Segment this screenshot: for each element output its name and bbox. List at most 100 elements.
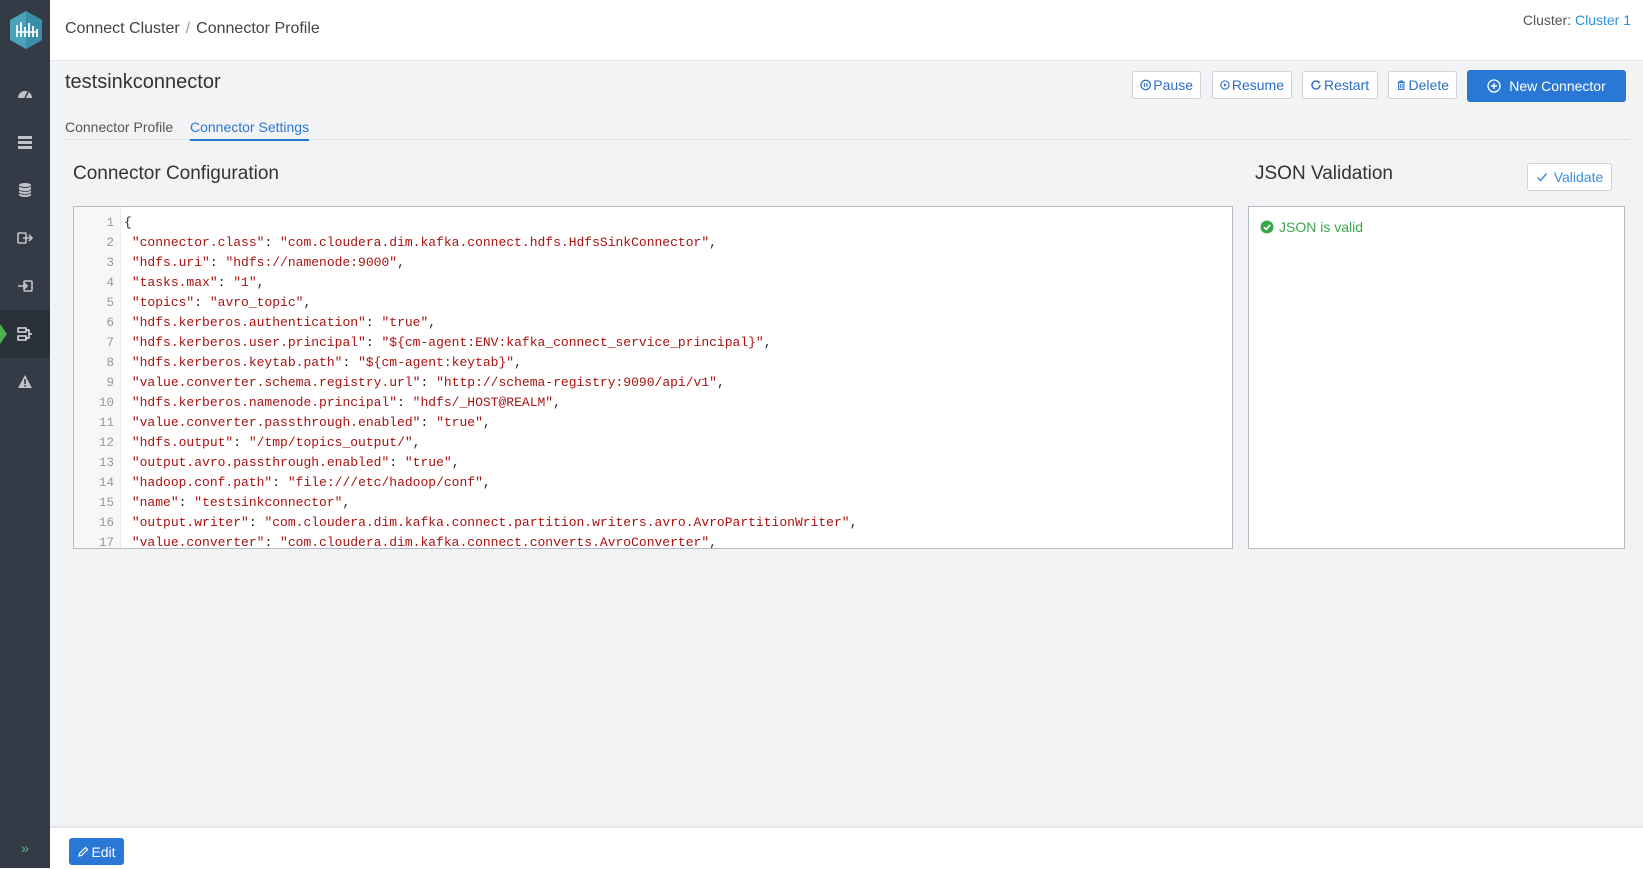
nav-connect[interactable] <box>0 310 50 358</box>
line-number: 8 <box>106 356 114 370</box>
json-punctuation-token: , <box>482 415 491 430</box>
json-string-token: "hdfs.kerberos.user.principal" <box>131 335 366 350</box>
code-text: "output.avro.passthrough.enabled": "true… <box>124 453 460 473</box>
breadcrumb: Connect Cluster / Connector Profile <box>65 20 320 38</box>
json-punctuation-token <box>124 255 132 270</box>
code-text: "value.converter.schema.registry.url": "… <box>124 373 725 393</box>
json-string-token: "com.cloudera.dim.kafka.connect.hdfs.Hdf… <box>280 235 710 250</box>
json-string-token: "hdfs.kerberos.authentication" <box>131 315 366 330</box>
json-punctuation-token <box>124 235 132 250</box>
validation-result-panel: JSON is valid <box>1248 206 1625 549</box>
validation-message: JSON is valid <box>1260 219 1363 235</box>
nav-alerts[interactable] <box>0 358 50 406</box>
json-string-token: "value.converter.passthrough.enabled" <box>131 415 421 430</box>
connect-icon <box>17 327 32 341</box>
breadcrumb-separator: / <box>185 20 191 37</box>
code-text: "name": "testsinkconnector", <box>124 493 350 513</box>
trash-icon <box>1397 80 1405 90</box>
json-punctuation-token <box>124 475 132 490</box>
json-punctuation-token: , <box>303 295 312 310</box>
json-punctuation-token: : <box>178 495 195 510</box>
code-line: 6 "hdfs.kerberos.authentication": "true"… <box>74 313 1232 333</box>
sidebar: » <box>0 0 50 868</box>
check-circle-icon <box>1260 220 1274 234</box>
cluster-name-link[interactable]: Cluster 1 <box>1575 12 1631 28</box>
json-string-token: "hdfs/_HOST@REALM" <box>412 395 554 410</box>
new-connector-button[interactable]: New Connector <box>1467 70 1626 102</box>
code-line: 15 "name": "testsinkconnector", <box>74 493 1232 513</box>
code-text: { <box>124 213 132 233</box>
json-string-token: "true" <box>381 315 429 330</box>
code-text: "hdfs.kerberos.keytab.path": "${cm-agent… <box>124 353 522 373</box>
resume-label: Resume <box>1231 77 1284 93</box>
pause-label: Pause <box>1153 77 1193 93</box>
json-string-token: "name" <box>131 495 179 510</box>
app-logo[interactable] <box>8 10 44 50</box>
resume-button[interactable]: Resume <box>1212 71 1292 99</box>
json-string-token: "com.cloudera.dim.kafka.connect.partitio… <box>264 515 850 530</box>
breadcrumb-item-connector-profile: Connector Profile <box>196 20 320 37</box>
json-punctuation-token <box>124 495 132 510</box>
json-punctuation-token: , <box>709 535 717 549</box>
restart-button[interactable]: Restart <box>1302 71 1378 99</box>
code-line: 1{ <box>74 213 1232 233</box>
code-text: "hdfs.uri": "hdfs://namenode:9000", <box>124 253 405 273</box>
tab-connector-profile[interactable]: Connector Profile <box>65 119 173 139</box>
code-line: 10 "hdfs.kerberos.namenode.principal": "… <box>74 393 1232 413</box>
code-text: "output.writer": "com.cloudera.dim.kafka… <box>124 513 858 533</box>
nav-dashboard[interactable] <box>0 70 50 118</box>
validate-button[interactable]: Validate <box>1527 163 1612 191</box>
line-number: 17 <box>98 536 114 549</box>
json-punctuation-token: : <box>209 255 226 270</box>
json-string-token: "1" <box>233 275 257 290</box>
code-line: 4 "tasks.max": "1", <box>74 273 1232 293</box>
json-string-token: "tasks.max" <box>131 275 218 290</box>
json-string-token: "file:///etc/hadoop/conf" <box>287 475 483 490</box>
code-line: 7 "hdfs.kerberos.user.principal": "${cm-… <box>74 333 1232 353</box>
pause-button[interactable]: Pause <box>1132 71 1201 99</box>
json-punctuation-token: : <box>217 275 234 290</box>
json-string-token: "/tmp/topics_output/" <box>248 435 413 450</box>
nav-consumers[interactable] <box>0 262 50 310</box>
json-punctuation-token: : <box>397 395 413 410</box>
json-string-token: "true" <box>404 455 452 470</box>
play-icon <box>1220 80 1230 90</box>
json-punctuation-token <box>124 295 132 310</box>
json-punctuation-token <box>124 435 132 450</box>
delete-button[interactable]: Delete <box>1388 71 1457 99</box>
json-string-token: "hadoop.conf.path" <box>131 475 273 490</box>
line-number: 2 <box>106 236 114 250</box>
line-number: 1 <box>106 216 114 230</box>
tab-connector-settings[interactable]: Connector Settings <box>190 119 310 141</box>
code-text: "tasks.max": "1", <box>124 273 265 293</box>
code-line: 2 "connector.class": "com.cloudera.dim.k… <box>74 233 1232 253</box>
json-string-token: "com.cloudera.dim.kafka.connect.converts… <box>280 535 710 549</box>
edit-button[interactable]: Edit <box>69 838 124 865</box>
tab-bar: Connector Profile Connector Settings <box>65 117 1630 141</box>
json-validation-title: JSON Validation <box>1255 163 1393 184</box>
json-string-token: "hdfs.uri" <box>131 255 210 270</box>
line-number: 7 <box>106 336 114 350</box>
footer-bar <box>50 827 1643 869</box>
code-line: 17 "value.converter": "com.cloudera.dim.… <box>74 533 1232 549</box>
json-string-token: "hdfs.output" <box>131 435 234 450</box>
json-code-editor[interactable]: 1{2 "connector.class": "com.cloudera.dim… <box>73 206 1233 549</box>
code-line: 14 "hadoop.conf.path": "file:///etc/hado… <box>74 473 1232 493</box>
line-number: 6 <box>106 316 114 330</box>
sidebar-expand-button[interactable]: » <box>0 828 50 868</box>
nav-producers[interactable] <box>0 214 50 262</box>
refresh-icon <box>1311 80 1321 90</box>
nav-topics[interactable] <box>0 166 50 214</box>
nav-brokers[interactable] <box>0 118 50 166</box>
json-string-token: "output.avro.passthrough.enabled" <box>131 455 390 470</box>
json-punctuation-token <box>124 315 132 330</box>
json-punctuation-token: , <box>412 435 421 450</box>
code-line: 3 "hdfs.uri": "hdfs://namenode:9000", <box>74 253 1232 273</box>
brokers-icon <box>18 136 32 149</box>
breadcrumb-item-connect-cluster[interactable]: Connect Cluster <box>65 20 180 37</box>
edit-label: Edit <box>91 843 116 860</box>
json-punctuation-token <box>124 515 132 530</box>
code-text: "connector.class": "com.cloudera.dim.kaf… <box>124 233 717 253</box>
json-string-token: "hdfs://namenode:9000" <box>225 255 398 270</box>
json-punctuation-token: , <box>553 395 561 410</box>
